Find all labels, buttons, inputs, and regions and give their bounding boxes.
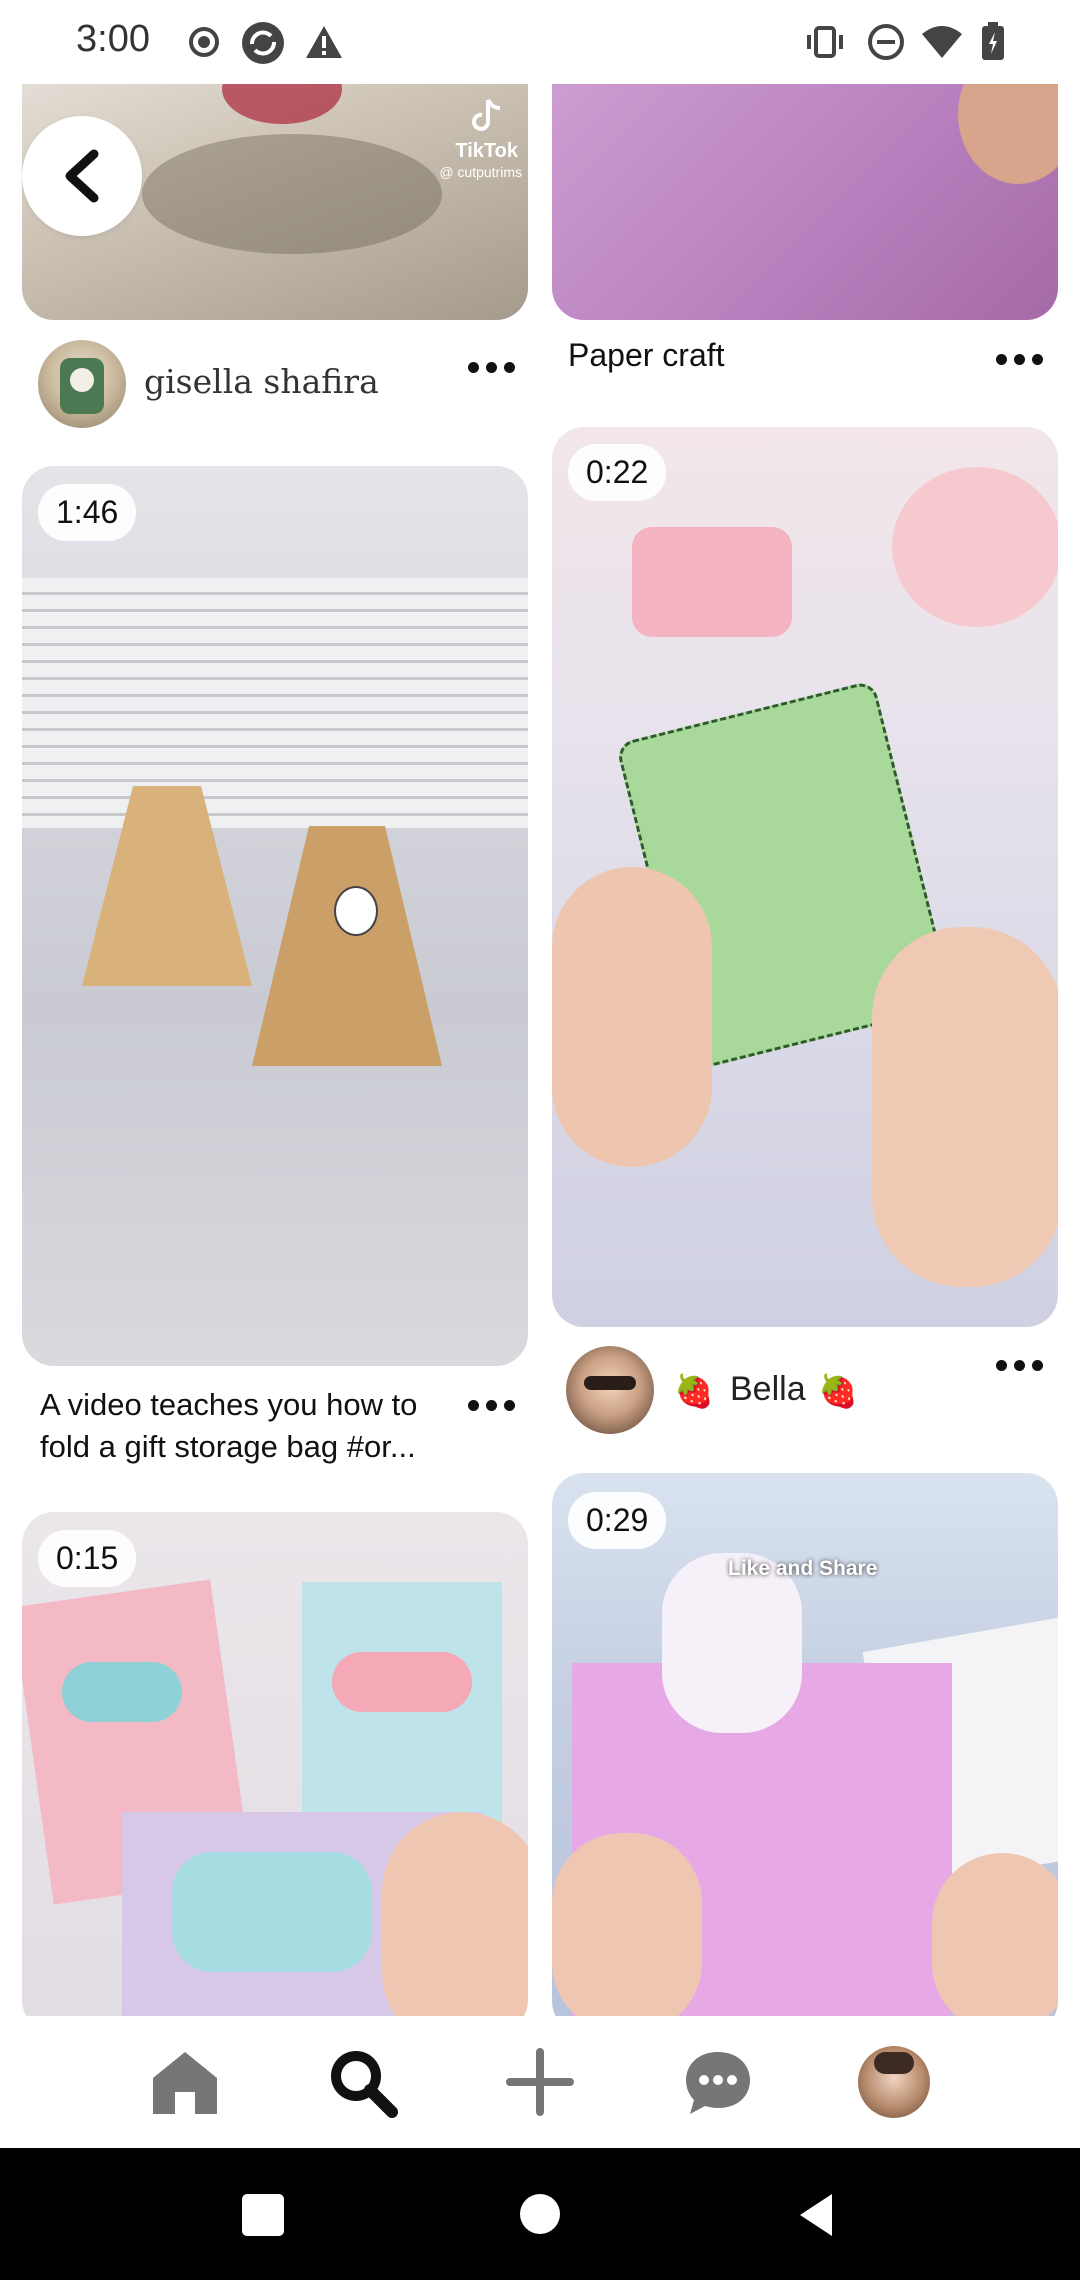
search-icon[interactable] (326, 2046, 398, 2118)
tiktok-handle: @ cutputrims (439, 164, 522, 180)
chevron-left-icon (65, 149, 99, 203)
wifi-icon (922, 26, 962, 58)
sync-icon (242, 22, 284, 64)
system-navigation-bar (0, 2148, 1080, 2280)
pin-image-bow-envelopes[interactable] (22, 1512, 528, 2016)
video-duration-badge: 0:22 (568, 444, 667, 501)
home-icon[interactable] (149, 2046, 221, 2118)
record-icon (189, 27, 219, 57)
messages-icon[interactable] (682, 2046, 754, 2118)
author-name-bella[interactable]: Bella (730, 1370, 806, 1409)
author-prefix-emoji: 🍓 (674, 1373, 714, 1409)
tiktok-logo-icon (472, 99, 501, 131)
status-time: 3:00 (76, 18, 150, 60)
more-options-button[interactable] (464, 358, 520, 378)
pin-title-paper-craft[interactable]: Paper craft (568, 334, 725, 376)
more-options-button[interactable] (464, 1396, 520, 1416)
video-duration-badge: 0:29 (568, 1492, 667, 1549)
pin-image-top-right[interactable] (552, 84, 1058, 320)
pin-feed[interactable]: TikTok @ cutputrims gisella shafira Pape… (0, 84, 1080, 2016)
author-name-gisella[interactable]: gisella shafira (144, 362, 379, 401)
status-bar: 3:00 (0, 0, 1080, 84)
author-avatar-gisella[interactable] (38, 340, 126, 428)
pin-image-green-pouch[interactable] (552, 427, 1058, 1327)
pin-title-gift-bag[interactable]: A video teaches you how to fold a gift s… (40, 1384, 460, 1468)
video-duration-badge: 1:46 (38, 484, 137, 541)
video-duration-badge: 0:15 (38, 1530, 137, 1587)
like-and-share-overlay-text: Like and Share (728, 1557, 878, 1580)
profile-avatar[interactable] (858, 2046, 930, 2118)
pin-image-popup-box[interactable]: Like and Share (552, 1473, 1058, 2016)
warning-icon (306, 26, 342, 58)
back-button[interactable] (22, 116, 142, 236)
back-button[interactable] (796, 2192, 836, 2238)
home-button[interactable] (520, 2194, 560, 2234)
vibrate-icon (807, 26, 843, 58)
battery-icon (982, 22, 1004, 60)
more-options-button[interactable] (992, 1356, 1048, 1376)
recents-button[interactable] (242, 2194, 284, 2236)
do-not-disturb-icon (868, 24, 904, 60)
author-avatar-bella[interactable] (566, 1346, 654, 1434)
add-icon[interactable] (504, 2046, 576, 2118)
bottom-navigation (0, 2016, 1080, 2148)
more-options-button[interactable] (992, 350, 1048, 370)
author-suffix-emoji: 🍓 (818, 1373, 858, 1409)
pin-image-gift-bag[interactable] (22, 466, 528, 1366)
tiktok-watermark: TikTok (455, 140, 518, 162)
